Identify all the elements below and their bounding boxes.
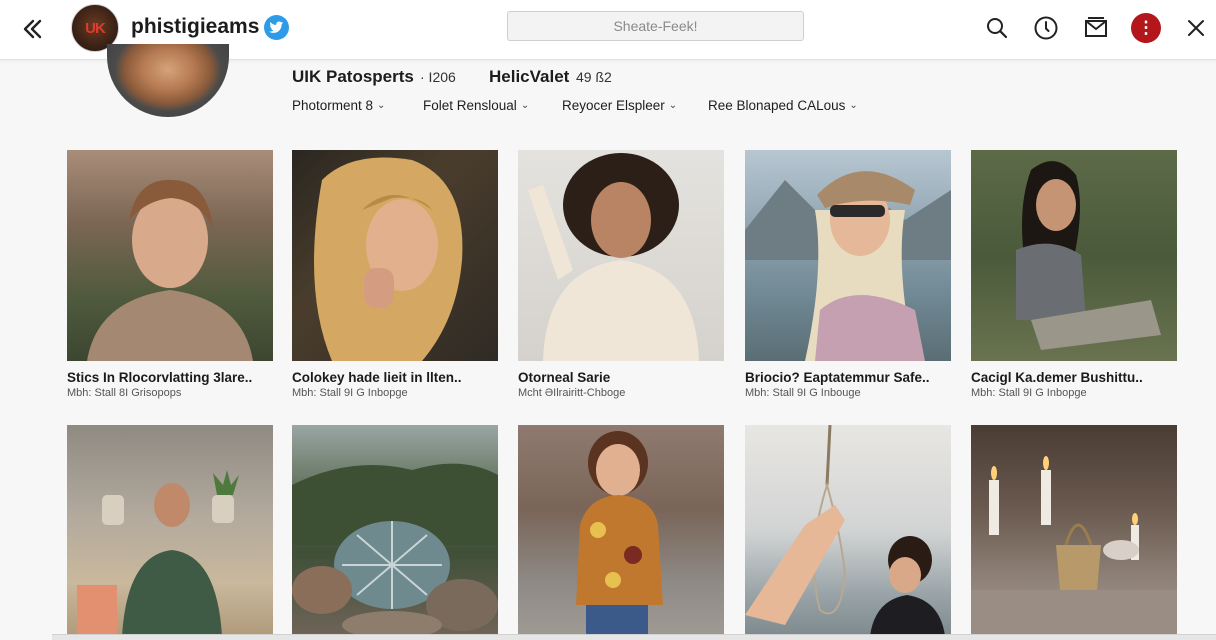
profile-stat-label: HelicValet bbox=[489, 67, 570, 86]
chevron-down-icon: ⌄ bbox=[377, 100, 386, 111]
portrait-image bbox=[87, 179, 253, 361]
inbox-button[interactable] bbox=[1081, 13, 1111, 43]
photo-card[interactable] bbox=[518, 425, 724, 640]
photo-image bbox=[576, 431, 663, 636]
horizontal-scrollbar[interactable] bbox=[52, 634, 1216, 640]
photo-image bbox=[77, 470, 239, 636]
filter-dropdown-1[interactable]: Photorment 8 ⌄ bbox=[292, 98, 385, 113]
close-button[interactable] bbox=[1181, 13, 1211, 43]
logo-text: UK bbox=[85, 19, 106, 37]
photo-card[interactable] bbox=[292, 425, 498, 640]
photo-image bbox=[971, 456, 1177, 636]
photo-thumbnail[interactable] bbox=[67, 150, 273, 361]
profile-avatar[interactable] bbox=[107, 44, 229, 117]
filter-label: Reyocer Elspleer bbox=[562, 98, 665, 113]
photo-meta: Mbh: Stall 8I Grisopops bbox=[67, 387, 182, 399]
search-input[interactable] bbox=[507, 11, 804, 41]
back-chevrons-icon bbox=[23, 19, 42, 39]
photo-title: Cacigl Ka.demer Bushittu.. bbox=[971, 370, 1143, 385]
photo-card[interactable]: Briocio? Eaptatemmur Safe.. Mbh: Stall 9… bbox=[745, 150, 951, 399]
photo-thumbnail[interactable] bbox=[292, 425, 498, 636]
photo-card[interactable] bbox=[745, 425, 951, 640]
photo-thumbnail[interactable] bbox=[971, 150, 1177, 361]
photo-thumbnail[interactable] bbox=[745, 150, 951, 361]
filter-label: Folet Rensloual bbox=[423, 98, 517, 113]
account-name[interactable]: phistigieams bbox=[131, 15, 259, 39]
photo-thumbnail[interactable] bbox=[518, 150, 724, 361]
photo-thumbnail[interactable] bbox=[67, 425, 273, 636]
photo-meta: Mbh: Stall 9I G Inbopge bbox=[971, 387, 1087, 399]
photo-meta: Mbh: Stall 9I G Inbopge bbox=[292, 387, 408, 399]
photo-image bbox=[292, 463, 498, 636]
photo-meta: Mcht ƏIlrairitt-Chboge bbox=[518, 387, 626, 399]
photo-image bbox=[745, 425, 945, 636]
portrait-image bbox=[1016, 161, 1161, 350]
photo-thumbnail[interactable] bbox=[971, 425, 1177, 636]
inbox-icon bbox=[1085, 17, 1107, 37]
photo-meta: Mbh: Stall 9I G Inbouge bbox=[745, 387, 861, 399]
photo-title: Briocio? Eaptatemmur Safe.. bbox=[745, 370, 930, 385]
search-icon bbox=[987, 18, 1008, 39]
profile-name: UIK Patosperts bbox=[292, 67, 414, 86]
filter-dropdown-4[interactable]: Ree Blonaped CALous ⌄ bbox=[708, 98, 858, 113]
close-icon bbox=[1188, 20, 1204, 36]
photo-title: Stics In Rlocorvlatting 3lare.. bbox=[67, 370, 253, 385]
photo-card[interactable]: Stics In Rlocorvlatting 3lare.. Mbh: Sta… bbox=[67, 150, 273, 399]
photo-thumbnail[interactable] bbox=[518, 425, 724, 636]
photo-card[interactable] bbox=[971, 425, 1177, 640]
portrait-image bbox=[528, 153, 699, 361]
activity-button[interactable] bbox=[1031, 13, 1061, 43]
chevron-down-icon: ⌄ bbox=[849, 100, 858, 111]
filter-dropdown-3[interactable]: Reyocer Elspleer ⌄ bbox=[562, 98, 677, 113]
profile-stat-value: 49 ß2 bbox=[576, 69, 612, 85]
clock-icon bbox=[1034, 16, 1058, 40]
chevron-down-icon: ⌄ bbox=[520, 100, 530, 111]
filter-label: Ree Blonaped CALous bbox=[708, 98, 846, 113]
filter-label: Photorment 8 bbox=[292, 98, 374, 113]
portrait-image bbox=[314, 157, 463, 361]
alert-button[interactable]: ⋮ bbox=[1131, 13, 1161, 43]
photo-thumbnail[interactable] bbox=[745, 425, 951, 636]
search-button[interactable] bbox=[982, 13, 1012, 43]
back-button[interactable] bbox=[18, 14, 48, 44]
photo-title: Colokey hade lieit in llten.. bbox=[292, 370, 462, 385]
chevron-down-icon: ⌄ bbox=[668, 100, 678, 111]
profile-count: · I206 bbox=[420, 69, 456, 85]
photo-card[interactable] bbox=[67, 425, 273, 640]
photo-title: Otorneal Sarie bbox=[518, 370, 611, 385]
portrait-image bbox=[745, 171, 951, 361]
photo-card[interactable]: Otorneal Sarie Mcht ƏIlrairitt-Chboge bbox=[518, 150, 724, 399]
photo-thumbnail[interactable] bbox=[292, 150, 498, 361]
filter-dropdown-2[interactable]: Folet Rensloual ⌄ bbox=[423, 98, 529, 113]
photo-card[interactable]: Cacigl Ka.demer Bushittu.. Mbh: Stall 9I… bbox=[971, 150, 1177, 399]
alert-icon: ⋮ bbox=[1131, 13, 1161, 43]
verified-badge-icon bbox=[264, 15, 289, 40]
photo-card[interactable]: Colokey hade lieit in llten.. Mbh: Stall… bbox=[292, 150, 498, 399]
